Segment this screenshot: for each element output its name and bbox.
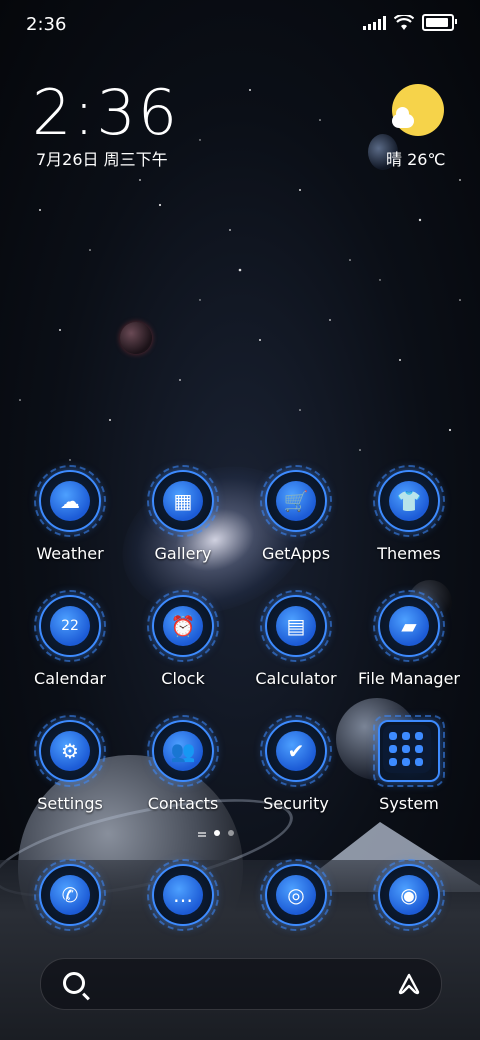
app-label: Contacts xyxy=(147,794,219,813)
cart-icon: 🛒 xyxy=(260,465,332,537)
dock-phone[interactable]: ✆ xyxy=(14,859,126,931)
battery-icon xyxy=(422,14,457,31)
assistant-icon[interactable] xyxy=(397,972,421,996)
dock-browser[interactable]: ◎ xyxy=(240,859,352,931)
contacts-icon: 👥 xyxy=(147,715,219,787)
app-themes[interactable]: 👕 Themes xyxy=(353,465,465,563)
shirt-icon: 👕 xyxy=(373,465,445,537)
app-label: File Manager xyxy=(358,669,460,688)
search-icon xyxy=(63,972,85,994)
gallery-app-icon: ▦ xyxy=(147,465,219,537)
folder-grid-icon xyxy=(373,715,445,787)
dock-camera[interactable]: ◉ xyxy=(353,859,465,931)
clock-widget-time[interactable]: 2:36 xyxy=(32,76,179,149)
planet-decoration xyxy=(120,322,152,354)
app-label: System xyxy=(379,794,439,813)
calendar-icon: 22 xyxy=(34,590,106,662)
app-security[interactable]: ✔ Security xyxy=(240,715,352,813)
app-file-manager[interactable]: ▰ File Manager xyxy=(353,590,465,688)
cloud-icon xyxy=(392,107,414,128)
page-list-icon xyxy=(198,832,206,834)
message-icon: … xyxy=(147,859,219,931)
gear-icon: ⚙ xyxy=(34,715,106,787)
app-label: Themes xyxy=(377,544,441,563)
weather-app-icon: ☁ xyxy=(34,465,106,537)
app-clock[interactable]: ⏰ Clock xyxy=(127,590,239,688)
page-dot xyxy=(228,830,234,836)
calculator-icon: ▤ xyxy=(260,590,332,662)
dock-messages[interactable]: … xyxy=(127,859,239,931)
app-label: GetApps xyxy=(261,544,331,563)
app-label: Settings xyxy=(37,794,103,813)
wifi-icon xyxy=(394,14,414,30)
alarm-clock-icon: ⏰ xyxy=(147,590,219,662)
page-dot xyxy=(214,830,220,836)
weather-widget-text: 晴 26℃ xyxy=(386,150,446,169)
app-system-folder[interactable]: System xyxy=(353,715,465,813)
phone-icon: ✆ xyxy=(34,859,106,931)
app-settings[interactable]: ⚙ Settings xyxy=(14,715,126,813)
app-label: Gallery xyxy=(154,544,212,563)
status-time: 2:36 xyxy=(26,14,67,35)
chrome-icon: ◎ xyxy=(260,859,332,931)
app-label: Clock xyxy=(161,669,205,688)
app-gallery[interactable]: ▦ Gallery xyxy=(127,465,239,563)
app-label: Weather xyxy=(36,544,104,563)
clock-widget-date: 7月26日 周三下午 xyxy=(36,150,168,169)
signal-icon xyxy=(363,15,386,30)
camera-icon: ◉ xyxy=(373,859,445,931)
app-label: Security xyxy=(263,794,329,813)
folder-icon: ▰ xyxy=(373,590,445,662)
app-label: Calendar xyxy=(34,669,106,688)
app-label: Calculator xyxy=(255,669,337,688)
app-calendar[interactable]: 22 Calendar xyxy=(14,590,126,688)
shield-icon: ✔ xyxy=(260,715,332,787)
app-weather[interactable]: ☁ Weather xyxy=(14,465,126,563)
app-contacts[interactable]: 👥 Contacts xyxy=(127,715,239,813)
status-bar: 2:36 xyxy=(0,0,480,50)
app-calculator[interactable]: ▤ Calculator xyxy=(240,590,352,688)
search-bar[interactable] xyxy=(40,958,442,1010)
app-getapps[interactable]: 🛒 GetApps xyxy=(240,465,352,563)
page-indicator[interactable] xyxy=(198,830,234,836)
